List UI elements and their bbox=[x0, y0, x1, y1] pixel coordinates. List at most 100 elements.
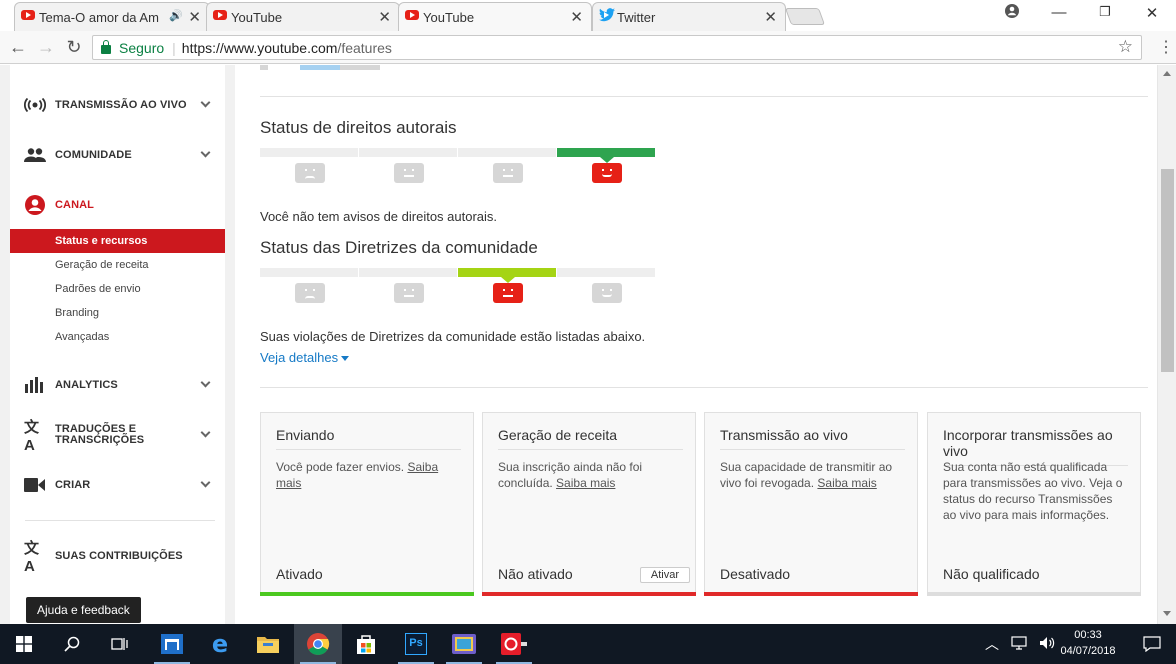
people-icon bbox=[24, 144, 46, 166]
scroll-down-arrow-icon[interactable] bbox=[1163, 611, 1171, 616]
red-app-icon[interactable] bbox=[490, 624, 538, 664]
sidebar-subitem-advanced[interactable]: Avançadas bbox=[10, 325, 225, 349]
browser-tab-active[interactable]: YouTube ✕ bbox=[398, 2, 592, 31]
sidebar-item-label: TRANSMISSÃO AO VIVO bbox=[55, 98, 187, 111]
tab-title: YouTube bbox=[231, 9, 283, 25]
feature-card-description: Você pode fazer envios. Saiba mais bbox=[276, 459, 461, 491]
profile-icon[interactable] bbox=[998, 4, 1026, 22]
sidebar-item-analytics[interactable]: ANALYTICS bbox=[10, 370, 225, 400]
new-tab-button[interactable] bbox=[784, 8, 826, 25]
sidebar-item-label: COMUNIDADE bbox=[55, 148, 132, 161]
volume-icon[interactable] bbox=[1039, 636, 1055, 653]
face-mouth bbox=[601, 294, 612, 297]
speaker-icon[interactable]: 🔊 bbox=[169, 9, 183, 22]
photoshop-icon[interactable]: Ps bbox=[392, 624, 440, 664]
browser-tab[interactable]: Tema-O amor da Ami 🔊 ✕ bbox=[14, 2, 210, 31]
taskbar-clock[interactable]: 00:33 04/07/2018 bbox=[1058, 627, 1118, 659]
address-bar[interactable]: Seguro | https://www.youtube.com /featur… bbox=[92, 35, 1142, 60]
youtube-icon bbox=[405, 10, 419, 20]
feature-card-status: Ativado bbox=[276, 566, 323, 582]
scroll-up-arrow-icon[interactable] bbox=[1163, 71, 1171, 76]
clock-time: 00:33 bbox=[1074, 629, 1102, 641]
minimize-icon[interactable]: — bbox=[1045, 4, 1073, 21]
scrollbar-thumb[interactable] bbox=[1161, 169, 1174, 372]
sidebar-item-create[interactable]: CRIAR bbox=[10, 470, 225, 500]
copyright-meter-segment bbox=[260, 148, 358, 157]
face-mouth bbox=[502, 175, 513, 177]
windows-taskbar: e Ps ︿ 00:33 04/07/2018 bbox=[0, 624, 1176, 664]
chevron-down-icon[interactable] bbox=[200, 97, 211, 108]
sidebar-item-contributions[interactable]: 文A SUAS CONTRIBUIÇÕES bbox=[10, 540, 225, 575]
community-status-message: Suas violações de Diretrizes da comunida… bbox=[260, 329, 646, 344]
store-app-icon[interactable] bbox=[148, 624, 196, 664]
enable-button[interactable]: Ativar bbox=[639, 567, 690, 583]
feature-card-desc-text: Você pode fazer envios. bbox=[276, 460, 405, 474]
copyright-status-message: Você não tem avisos de direitos autorais… bbox=[260, 209, 498, 224]
forward-arrow-icon[interactable]: → bbox=[35, 36, 57, 58]
neutral-face-icon bbox=[492, 283, 523, 303]
feature-card-description: Sua conta não está qualificada para tran… bbox=[943, 460, 1123, 522]
chevron-down-icon[interactable] bbox=[200, 147, 211, 158]
help-feedback-tooltip[interactable]: Ajuda e feedback bbox=[26, 597, 141, 623]
media-app-icon[interactable] bbox=[440, 624, 488, 664]
sidebar-subitem-upload-defaults[interactable]: Padrões de envio bbox=[10, 277, 225, 301]
bookmark-star-icon[interactable]: ☆ bbox=[1118, 37, 1133, 57]
sad-face-icon bbox=[294, 163, 325, 183]
feature-card-title: Geração de receita bbox=[498, 427, 683, 450]
page-scrollbar[interactable] bbox=[1157, 65, 1176, 624]
close-icon[interactable]: ✕ bbox=[764, 8, 777, 26]
task-view-icon[interactable] bbox=[96, 624, 144, 664]
feature-card-status: Desativado bbox=[720, 566, 791, 582]
reload-icon[interactable]: ↻ bbox=[63, 36, 85, 58]
details-link[interactable]: Veja detalhes bbox=[260, 350, 350, 365]
feature-card-status-bar bbox=[927, 592, 1141, 596]
youtube-icon bbox=[21, 10, 35, 20]
browser-menu-icon[interactable]: ⋮ bbox=[1158, 37, 1174, 57]
feature-card-live-streaming: Transmissão ao vivo Sua capacidade de tr… bbox=[704, 412, 918, 596]
sidebar-subitem-branding[interactable]: Branding bbox=[10, 301, 225, 325]
edge-icon[interactable]: e bbox=[196, 624, 244, 664]
url-host: https://www.youtube.com bbox=[181, 39, 338, 56]
face-eye bbox=[312, 169, 315, 171]
chevron-down-icon[interactable] bbox=[200, 427, 211, 438]
caret-down-icon bbox=[341, 356, 350, 362]
learn-more-link[interactable]: Saiba mais bbox=[817, 476, 876, 490]
face-mouth bbox=[601, 174, 612, 177]
chevron-down-icon[interactable] bbox=[200, 377, 211, 388]
file-explorer-icon[interactable] bbox=[244, 624, 292, 664]
sidebar-item-channel[interactable]: CANAL bbox=[10, 190, 225, 220]
section-divider bbox=[260, 96, 1148, 97]
close-icon[interactable]: ✕ bbox=[570, 8, 583, 26]
windows-store-icon[interactable] bbox=[342, 624, 390, 664]
face-eye bbox=[609, 289, 612, 291]
sidebar-item-community[interactable]: COMUNIDADE bbox=[10, 140, 225, 170]
start-icon[interactable] bbox=[0, 624, 48, 664]
search-icon[interactable] bbox=[48, 624, 96, 664]
bar-chart-icon bbox=[24, 374, 46, 396]
learn-more-link[interactable]: Saiba mais bbox=[556, 476, 615, 490]
close-icon[interactable]: ✕ bbox=[188, 8, 201, 26]
chrome-icon[interactable] bbox=[294, 624, 342, 664]
close-window-icon[interactable]: ✕ bbox=[1138, 4, 1166, 22]
community-meter-segment bbox=[557, 268, 655, 277]
browser-tab[interactable]: Twitter ✕ bbox=[592, 2, 786, 31]
chevron-down-icon[interactable] bbox=[200, 477, 211, 488]
chevron-up-icon[interactable]: ︿ bbox=[985, 634, 999, 654]
face-eye bbox=[601, 289, 604, 291]
back-arrow-icon[interactable]: ← bbox=[7, 36, 29, 58]
sidebar-subitem-monetization[interactable]: Geração de receita bbox=[10, 253, 225, 277]
restore-icon[interactable]: ❐ bbox=[1091, 4, 1119, 20]
system-tray: ︿ bbox=[985, 624, 1055, 664]
feature-card-description: Sua capacidade de transmitir ao vivo foi… bbox=[720, 459, 905, 491]
network-icon[interactable] bbox=[1011, 635, 1027, 653]
sidebar-item-translations[interactable]: 文A TRADUÇÕES E TRANSCRIÇÕES bbox=[10, 419, 225, 454]
close-icon[interactable]: ✕ bbox=[378, 8, 391, 26]
browser-tab[interactable]: YouTube ✕ bbox=[206, 2, 400, 31]
feature-card-status: Não qualificado bbox=[943, 566, 1040, 582]
sidebar-item-live[interactable]: TRANSMISSÃO AO VIVO bbox=[10, 90, 225, 120]
sidebar-subitem-status[interactable]: Status e recursos bbox=[10, 229, 225, 253]
community-meter-segment bbox=[458, 268, 556, 277]
notification-icon[interactable] bbox=[1128, 624, 1176, 664]
feature-card-status: Não ativado bbox=[498, 566, 573, 582]
copyright-status-title: Status de direitos autorais bbox=[260, 118, 457, 137]
